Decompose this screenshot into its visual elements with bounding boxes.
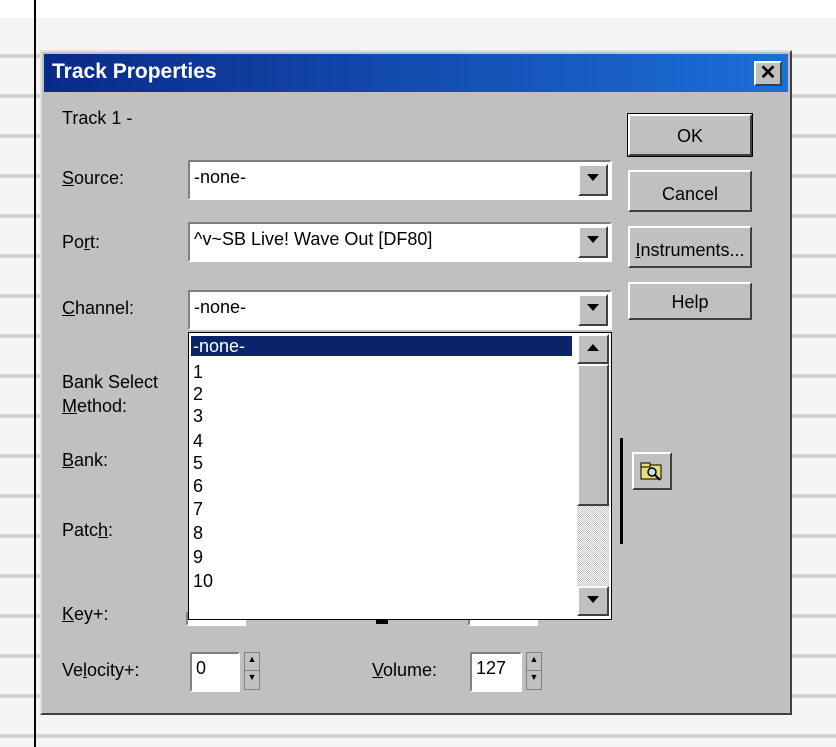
folder-search-icon	[640, 462, 662, 481]
source-select[interactable]: -none-	[188, 160, 612, 200]
list-item[interactable]: 5	[191, 453, 203, 473]
list-item[interactable]: 1	[191, 362, 203, 382]
spin-down-icon[interactable]: ▼	[527, 671, 541, 689]
left-border-line	[34, 0, 36, 747]
velocity-input[interactable]: 0	[190, 652, 240, 692]
volume-input[interactable]: 127	[470, 652, 522, 692]
volume-label: Volume:	[372, 660, 438, 680]
port-label: Port:	[62, 232, 101, 252]
key-label: Key+:	[62, 604, 109, 624]
port-dropdown-button[interactable]	[578, 226, 608, 258]
chevron-down-icon	[587, 304, 599, 311]
chevron-down-icon	[587, 236, 599, 243]
channel-select[interactable]: -none-	[188, 290, 612, 330]
bank-select-label: Bank Select	[62, 372, 159, 392]
channel-label: Channel:	[62, 298, 135, 318]
list-item[interactable]: 8	[191, 523, 203, 543]
velocity-spinner[interactable]: ▲ ▼	[244, 652, 260, 690]
velocity-label: Velocity+:	[62, 660, 140, 680]
ok-button[interactable]: OK	[627, 113, 753, 157]
scroll-down-button[interactable]	[577, 586, 609, 616]
chevron-down-icon	[587, 596, 599, 603]
channel-dropdown-list[interactable]: -none- 1 2 3 4 5 6 7 8 9 10	[188, 332, 612, 620]
bank-label: Bank:	[62, 450, 109, 470]
cancel-button[interactable]: Cancel	[628, 170, 752, 212]
selected-item-focus	[190, 334, 573, 358]
scroll-up-button[interactable]	[577, 334, 609, 364]
patch-label: Patch:	[62, 520, 114, 540]
browse-button[interactable]	[632, 452, 672, 490]
close-button[interactable]: ✕	[754, 61, 782, 86]
list-item[interactable]: 6	[191, 476, 203, 496]
spin-up-icon[interactable]: ▲	[527, 653, 541, 671]
spin-up-icon[interactable]: ▲	[245, 653, 259, 671]
channel-dropdown-button[interactable]	[578, 294, 608, 326]
list-item[interactable]: 10	[191, 571, 213, 591]
list-item[interactable]: 4	[191, 431, 203, 451]
chevron-down-icon	[587, 174, 599, 181]
list-item[interactable]: 2	[191, 384, 203, 404]
list-item[interactable]: 3	[191, 406, 203, 426]
vertical-separator	[620, 438, 623, 544]
list-item[interactable]: 9	[191, 547, 203, 567]
close-icon: ✕	[759, 62, 777, 84]
instruments-button[interactable]: Instruments...	[628, 226, 752, 268]
scroll-thumb[interactable]	[577, 364, 609, 506]
port-select[interactable]: ^v~SB Live! Wave Out [DF80]	[188, 222, 612, 262]
help-button[interactable]: Help	[628, 282, 752, 320]
dialog-title: Track Properties	[52, 60, 217, 83]
source-label: Source:	[62, 168, 125, 188]
method-label: Method:	[62, 396, 128, 416]
spin-down-icon[interactable]: ▼	[245, 671, 259, 689]
chevron-up-icon	[587, 344, 599, 351]
track-label: Track 1 -	[62, 108, 133, 128]
list-item[interactable]: 7	[191, 499, 203, 519]
source-dropdown-button[interactable]	[578, 164, 608, 196]
volume-spinner[interactable]: ▲ ▼	[526, 652, 542, 690]
